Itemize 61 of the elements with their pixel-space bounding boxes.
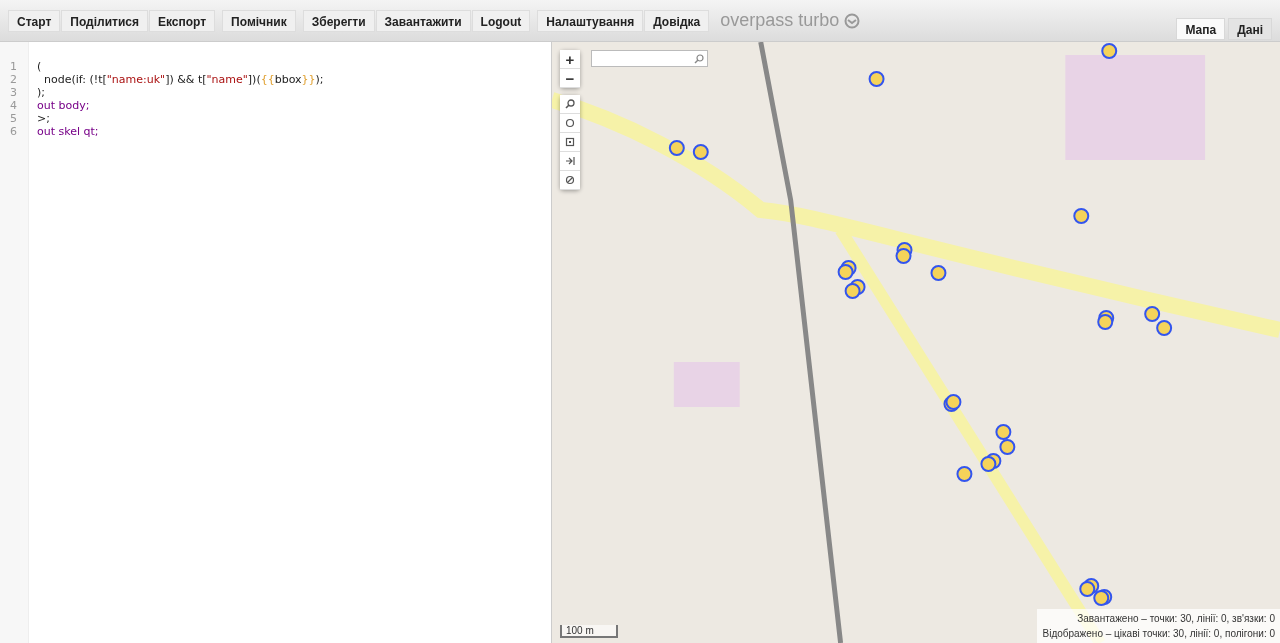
code-line: node(if: (!t["name:uk"]) && t["name"])({{bbox}}); — [43, 73, 324, 86]
line-number: 2 — [9, 73, 17, 86]
square-button[interactable] — [560, 133, 580, 152]
poi-marker[interactable] — [895, 248, 912, 264]
code-line: out skel qt; — [37, 125, 99, 138]
app-title: overpass turbo — [720, 10, 840, 31]
poi-marker[interactable] — [1144, 306, 1161, 322]
poi-marker[interactable] — [980, 456, 997, 472]
poi-marker[interactable] — [668, 140, 685, 156]
poi-marker[interactable] — [995, 424, 1012, 440]
scale-bar: 100 m — [560, 625, 618, 638]
status-text: Завантажено – точки: 30, лінії: 0, зв'язки: 0 — [1076, 612, 1275, 626]
poi-marker[interactable] — [837, 264, 854, 280]
poi-marker[interactable] — [1101, 43, 1118, 59]
forbidden-button[interactable] — [560, 171, 580, 190]
line-number: 1 — [9, 60, 17, 73]
line-number: 4 — [9, 99, 17, 112]
circle-button[interactable] — [560, 114, 580, 133]
code-line: >; — [37, 112, 50, 125]
search-icon — [565, 99, 575, 109]
zoom-in-button[interactable]: + — [560, 50, 580, 69]
forbidden-icon — [565, 175, 575, 185]
code-line: ( — [37, 60, 42, 73]
poi-marker[interactable] — [956, 466, 973, 482]
poi-marker[interactable] — [999, 439, 1016, 455]
toolbar-button[interactable]: Старт — [8, 9, 61, 32]
code-line: ); — [37, 86, 45, 99]
toolbar-button[interactable]: Довідка — [644, 9, 710, 32]
view-tab[interactable]: Дані — [1228, 18, 1272, 40]
search-button[interactable] — [560, 95, 580, 114]
line-number: 3 — [9, 86, 17, 99]
status-text: Відображено – цікаві точки: 30, лінії: 0, полігони: 0 — [1042, 627, 1275, 641]
poi-marker[interactable] — [1079, 581, 1096, 597]
poi-marker[interactable] — [930, 265, 947, 281]
toolbar-button[interactable]: Завантажити — [375, 9, 471, 32]
zoom-out-button[interactable]: − — [560, 69, 580, 88]
circle-icon — [565, 118, 575, 128]
view-tab[interactable]: Мапа — [1176, 18, 1226, 40]
arrow-to-line-icon — [565, 156, 575, 166]
toolbar-button[interactable]: Поділитися — [61, 9, 148, 32]
line-number: 5 — [9, 112, 17, 125]
map-search-field[interactable] — [591, 50, 708, 67]
square-icon — [565, 137, 575, 147]
poi-marker[interactable] — [1093, 590, 1110, 606]
poi-marker[interactable] — [1156, 320, 1173, 336]
toolbar-button[interactable]: Logout — [471, 9, 531, 32]
poi-marker[interactable] — [1097, 314, 1114, 330]
poi-marker[interactable] — [1073, 208, 1090, 224]
line-number: 6 — [9, 125, 17, 138]
toolbar-button[interactable]: Експорт — [148, 9, 216, 32]
poi-marker[interactable] — [868, 71, 885, 87]
poi-marker[interactable] — [945, 394, 962, 410]
poi-marker[interactable] — [692, 144, 709, 160]
arrow-to-line-button[interactable] — [560, 152, 580, 171]
code-line: out body; — [37, 99, 90, 112]
search-icon — [694, 53, 704, 64]
logo-icon — [844, 12, 861, 29]
toolbar-button[interactable]: Налаштування — [537, 9, 644, 32]
poi-marker[interactable] — [844, 283, 861, 299]
toolbar-button[interactable]: Помічник — [222, 9, 296, 32]
toolbar-button[interactable]: Зберегти — [302, 9, 375, 32]
